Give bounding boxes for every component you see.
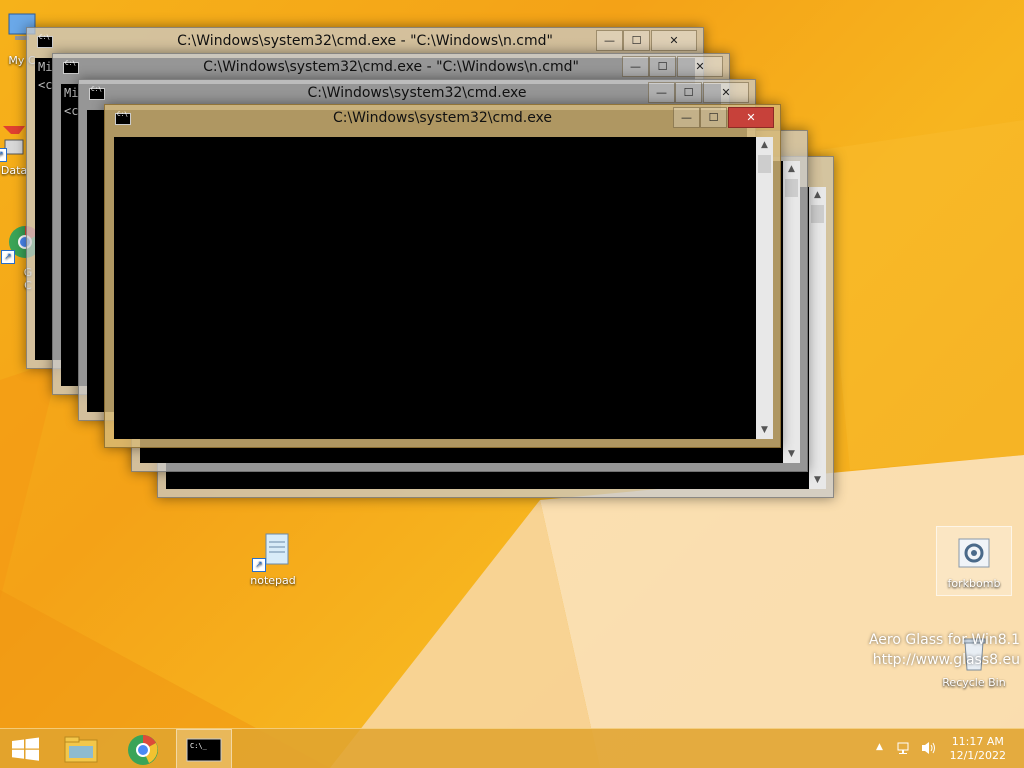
maximize-button[interactable]: ☐ (700, 107, 727, 128)
cmd-window-active[interactable]: C:\Windows\system32\cmd.exe — ☐ ✕ ▲ ▼ (104, 104, 781, 448)
minimize-button[interactable]: — (673, 107, 700, 128)
maximize-button[interactable]: ☐ (649, 56, 676, 77)
scroll-down-arrow-icon[interactable]: ▼ (783, 446, 800, 463)
maximize-button[interactable]: ☐ (675, 82, 702, 103)
shortcut-arrow-icon: ↗ (252, 558, 266, 572)
scroll-down-arrow-icon[interactable]: ▼ (756, 422, 773, 439)
taskbar-clock[interactable]: 11:17 AM 12/1/2022 (950, 735, 1006, 763)
shortcut-arrow-icon: ↗ (1, 250, 15, 264)
file-explorer-icon (64, 736, 98, 763)
watermark-line-1: Aero Glass for Win8.1 (868, 632, 1020, 648)
vertical-scrollbar[interactable]: ▲ ▼ (756, 137, 773, 439)
show-hidden-icons-chevron-icon[interactable]: ▲ (876, 742, 883, 752)
svg-text:C:\_: C:\_ (190, 742, 208, 750)
minimize-button[interactable]: — (596, 30, 623, 51)
scrollbar-thumb[interactable] (758, 155, 771, 173)
system-tray: ▲ (872, 729, 942, 768)
batch-file-icon (953, 533, 995, 575)
desktop-icon-label: notepad (250, 574, 296, 587)
desktop-icon-label: Recycle Bin (942, 676, 1006, 689)
scrollbar-thumb[interactable] (785, 179, 798, 197)
scroll-up-arrow-icon[interactable]: ▲ (756, 137, 773, 154)
close-button[interactable]: ✕ (728, 107, 774, 128)
chrome-taskbar-button[interactable] (116, 729, 170, 768)
scrollbar-thumb[interactable] (811, 205, 824, 223)
scroll-up-arrow-icon[interactable]: ▲ (783, 161, 800, 178)
notepad-shortcut-icon: ↗ (252, 530, 294, 572)
desktop-icon-notepad[interactable]: ↗ notepad (237, 530, 309, 587)
vertical-scrollbar[interactable]: ▲ ▼ (783, 161, 800, 463)
vertical-scrollbar[interactable]: ▲ ▼ (809, 187, 826, 489)
cmd-icon: C:\_ (186, 738, 222, 762)
clock-date: 12/1/2022 (949, 749, 1006, 762)
volume-icon[interactable] (920, 740, 938, 756)
close-button[interactable]: ✕ (677, 56, 723, 77)
taskbar: C:\_ ▲ 11:17 AM 12/1/2022 (0, 728, 1024, 768)
window-titlebar[interactable]: C:\Windows\system32\cmd.exe - "C:\Window… (27, 28, 703, 56)
scroll-up-arrow-icon[interactable]: ▲ (809, 187, 826, 204)
minimize-button[interactable]: — (648, 82, 675, 103)
network-icon[interactable] (896, 740, 914, 756)
window-titlebar[interactable]: C:\Windows\system32\cmd.exe — ☐ ✕ (105, 105, 780, 133)
start-button[interactable] (0, 729, 54, 768)
shortcut-arrow-icon: ↗ (0, 148, 7, 162)
scroll-down-arrow-icon[interactable]: ▼ (809, 472, 826, 489)
watermark-line-2: http://www.glass8.eu (872, 652, 1020, 668)
aero-glass-watermark: Aero Glass for Win8.1 http://www.glass8.… (869, 630, 1020, 670)
clock-time: 11:17 AM (951, 735, 1004, 748)
start-icon (12, 737, 39, 761)
file-explorer-taskbar-button[interactable] (54, 729, 108, 768)
chrome-icon (128, 735, 158, 765)
desktop-icon-forkbomb[interactable]: forkbomb (936, 526, 1012, 596)
cmd-taskbar-button[interactable]: C:\_ (176, 729, 232, 768)
close-button[interactable]: ✕ (651, 30, 697, 51)
console-area[interactable] (114, 137, 756, 439)
window-titlebar[interactable]: C:\Windows\system32\cmd.exe - "C:\Window… (53, 54, 729, 82)
maximize-button[interactable]: ☐ (623, 30, 650, 51)
desktop-icon-label: forkbomb (947, 577, 1001, 590)
close-button[interactable]: ✕ (703, 82, 749, 103)
minimize-button[interactable]: — (622, 56, 649, 77)
